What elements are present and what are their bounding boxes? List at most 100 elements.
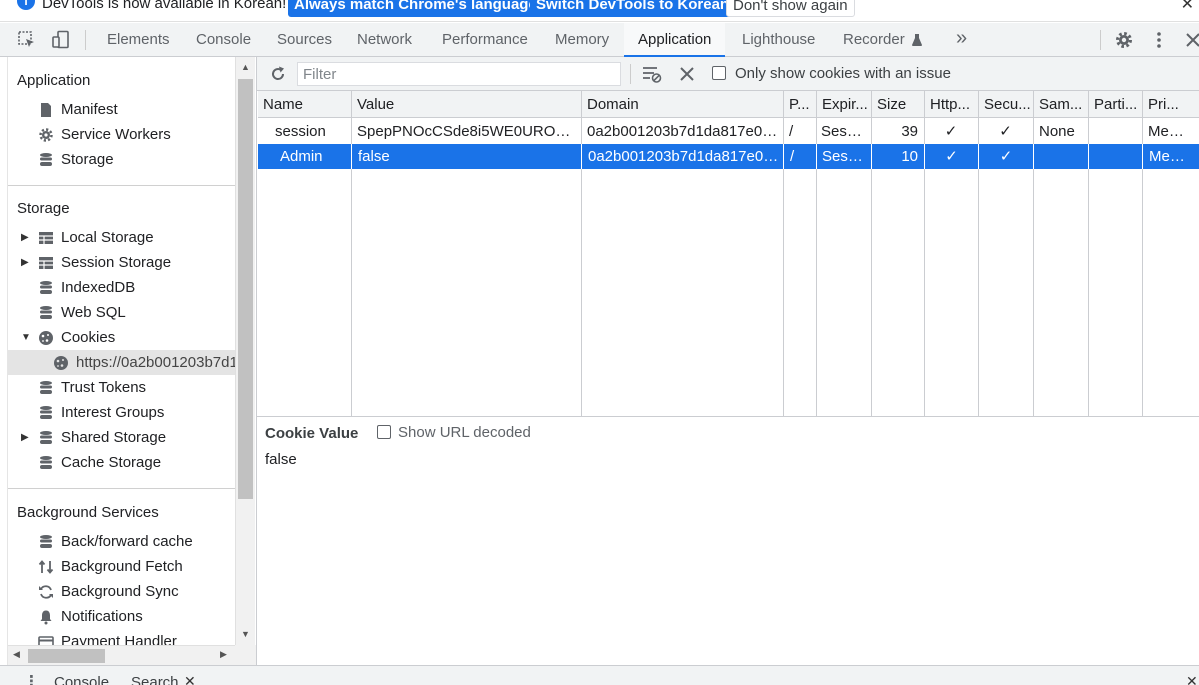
sidebar-item-label: Session Storage bbox=[61, 254, 172, 271]
column-header-path[interactable]: P... bbox=[784, 91, 817, 118]
tab-network[interactable]: Network bbox=[343, 23, 426, 57]
cell-name: session bbox=[275, 123, 326, 140]
database-icon bbox=[40, 456, 52, 469]
expand-arrow-icon[interactable]: ▶ bbox=[21, 250, 29, 275]
clear-all-cookies-icon[interactable] bbox=[678, 64, 696, 84]
tab-elements[interactable]: Elements bbox=[93, 23, 184, 57]
sidebar-item-label: Background Fetch bbox=[61, 558, 183, 575]
sidebar-item-back-forward-cache[interactable]: Back/forward cache bbox=[8, 529, 235, 554]
drawer-close-icon[interactable]: ✕ bbox=[1186, 673, 1198, 685]
sidebar-item-shared-storage[interactable]: ▶ Shared Storage bbox=[8, 425, 235, 450]
sidebar-item-manifest[interactable]: Manifest bbox=[8, 97, 235, 122]
expand-arrow-icon[interactable]: ▶ bbox=[21, 225, 29, 250]
tab-performance[interactable]: Performance bbox=[428, 23, 542, 57]
customize-menu-icon[interactable] bbox=[1149, 30, 1169, 50]
drawer-menu-icon[interactable]: ⋮ bbox=[24, 672, 39, 685]
cookie-value-text[interactable]: false bbox=[265, 451, 297, 468]
sidebar-horizontal-scrollbar[interactable]: ◀ ▶ bbox=[8, 645, 235, 665]
filter-input[interactable] bbox=[297, 62, 621, 86]
sidebar-item-label: Storage bbox=[61, 151, 114, 168]
dont-show-again-button[interactable]: Don't show again bbox=[726, 0, 855, 17]
column-header-samesite[interactable]: Sam... bbox=[1034, 91, 1089, 118]
sidebar-item-trust-tokens[interactable]: Trust Tokens bbox=[8, 375, 235, 400]
cell-secure: ✓ bbox=[978, 144, 1033, 169]
sidebar-item-background-sync[interactable]: Background Sync bbox=[8, 579, 235, 604]
inspect-element-icon[interactable] bbox=[17, 30, 37, 50]
drawer-tab-console[interactable]: Console bbox=[54, 674, 109, 685]
column-header-secure[interactable]: Secu... bbox=[979, 91, 1034, 118]
tab-recorder[interactable]: Recorder bbox=[829, 23, 937, 57]
sidebar-item-local-storage[interactable]: ▶ Local Storage bbox=[8, 225, 235, 250]
match-language-button[interactable]: Always match Chrome's language bbox=[288, 0, 543, 17]
tab-lighthouse[interactable]: Lighthouse bbox=[728, 23, 829, 57]
cell-size: 10 bbox=[871, 144, 924, 169]
scrollbar-thumb[interactable] bbox=[28, 649, 105, 663]
switch-to-korean-button[interactable]: Switch DevTools to Korean bbox=[530, 0, 736, 17]
clear-filtered-cookies-icon[interactable] bbox=[641, 64, 663, 84]
sidebar-item-label: Local Storage bbox=[61, 229, 154, 246]
cell-httponly: ✓ bbox=[924, 144, 978, 169]
sidebar-item-notifications[interactable]: Notifications bbox=[8, 604, 235, 629]
only-issues-checkbox[interactable] bbox=[712, 66, 726, 80]
collapse-arrow-icon[interactable]: ▼ bbox=[21, 325, 31, 350]
sidebar-section-application: Application bbox=[17, 72, 91, 89]
column-header-value[interactable]: Value bbox=[352, 91, 582, 118]
sidebar-item-label: Notifications bbox=[61, 608, 143, 625]
sidebar-item-session-storage[interactable]: ▶ Session Storage bbox=[8, 250, 235, 275]
cell-partition-key bbox=[1088, 144, 1142, 169]
language-infobar: i DevTools is now available in Korean! A… bbox=[0, 0, 1199, 22]
sidebar-item-payment-handler[interactable]: Payment Handler bbox=[8, 629, 235, 645]
column-header-httponly[interactable]: Http... bbox=[925, 91, 979, 118]
scroll-down-arrow-icon[interactable]: ▼ bbox=[241, 629, 250, 639]
database-icon bbox=[40, 535, 52, 548]
table-row[interactable]: session SpepPNOcCSde8i5WE0URO8vSKs 0a2b0… bbox=[258, 119, 1199, 144]
sidebar-item-storage[interactable]: Storage bbox=[8, 147, 235, 172]
scrollbar-thumb[interactable] bbox=[238, 79, 253, 499]
card-icon bbox=[38, 636, 54, 645]
sidebar-item-interest-groups[interactable]: Interest Groups bbox=[8, 400, 235, 425]
bell-icon bbox=[40, 610, 52, 625]
tab-application[interactable]: Application bbox=[624, 23, 726, 57]
device-toolbar-icon[interactable] bbox=[51, 30, 71, 50]
scroll-up-arrow-icon[interactable]: ▲ bbox=[241, 62, 250, 72]
sidebar-item-cache-storage[interactable]: Cache Storage bbox=[8, 450, 235, 475]
column-header-name[interactable]: Name bbox=[258, 91, 352, 118]
sidebar-item-service-workers[interactable]: Service Workers bbox=[8, 122, 235, 147]
tab-console[interactable]: Console bbox=[182, 23, 265, 57]
devtools-drawer: ⋮ Console Search ✕ ✕ bbox=[0, 665, 1199, 685]
drawer-tab-search[interactable]: Search bbox=[131, 674, 179, 685]
drawer-tab-close-icon[interactable]: ✕ bbox=[184, 673, 196, 685]
cell-partition-key bbox=[1088, 119, 1142, 144]
cell-domain: 0a2b001203b7d1da817e0c0a00 bbox=[587, 123, 783, 140]
tab-sources[interactable]: Sources bbox=[263, 23, 346, 57]
cell-secure: ✓ bbox=[999, 123, 1012, 140]
more-tabs-icon[interactable]: » bbox=[956, 27, 967, 50]
close-devtools-icon[interactable] bbox=[1183, 30, 1199, 50]
scroll-left-arrow-icon[interactable]: ◀ bbox=[13, 649, 20, 660]
settings-gear-icon[interactable] bbox=[1114, 30, 1134, 50]
sidebar-item-indexeddb[interactable]: IndexedDB bbox=[8, 275, 235, 300]
scroll-right-arrow-icon[interactable]: ▶ bbox=[220, 649, 227, 660]
sidebar-vertical-scrollbar[interactable]: ▲ ▼ bbox=[235, 57, 255, 645]
show-url-decoded-checkbox[interactable] bbox=[377, 425, 391, 439]
table-row-selected[interactable]: Admin false 0a2b001203b7d1da817e0c0a00 /… bbox=[258, 144, 1199, 169]
sidebar-item-cookies[interactable]: ▼ Cookies bbox=[8, 325, 235, 350]
column-header-size[interactable]: Size bbox=[872, 91, 925, 118]
column-header-priority[interactable]: Pri... bbox=[1143, 91, 1199, 118]
refresh-icon[interactable] bbox=[268, 64, 288, 84]
sidebar-item-label: Back/forward cache bbox=[61, 533, 193, 550]
sidebar-item-label: Interest Groups bbox=[61, 404, 165, 421]
column-header-domain[interactable]: Domain bbox=[582, 91, 784, 118]
infobar-close-icon[interactable]: ✕ bbox=[1181, 0, 1194, 14]
sidebar-item-label: Background Sync bbox=[61, 583, 179, 600]
column-header-expires[interactable]: Expir... bbox=[817, 91, 872, 118]
expand-arrow-icon[interactable]: ▶ bbox=[21, 425, 29, 450]
tab-memory[interactable]: Memory bbox=[541, 23, 623, 57]
sidebar-item-web-sql[interactable]: Web SQL bbox=[8, 300, 235, 325]
file-icon bbox=[41, 103, 51, 117]
cell-path: / bbox=[789, 123, 794, 140]
cell-priority: Medium bbox=[1142, 144, 1199, 169]
sidebar-item-background-fetch[interactable]: Background Fetch bbox=[8, 554, 235, 579]
sidebar-item-cookie-origin[interactable]: https://0a2b001203b7d1da817e0c bbox=[8, 350, 235, 375]
column-header-partition-key[interactable]: Parti... bbox=[1089, 91, 1143, 118]
